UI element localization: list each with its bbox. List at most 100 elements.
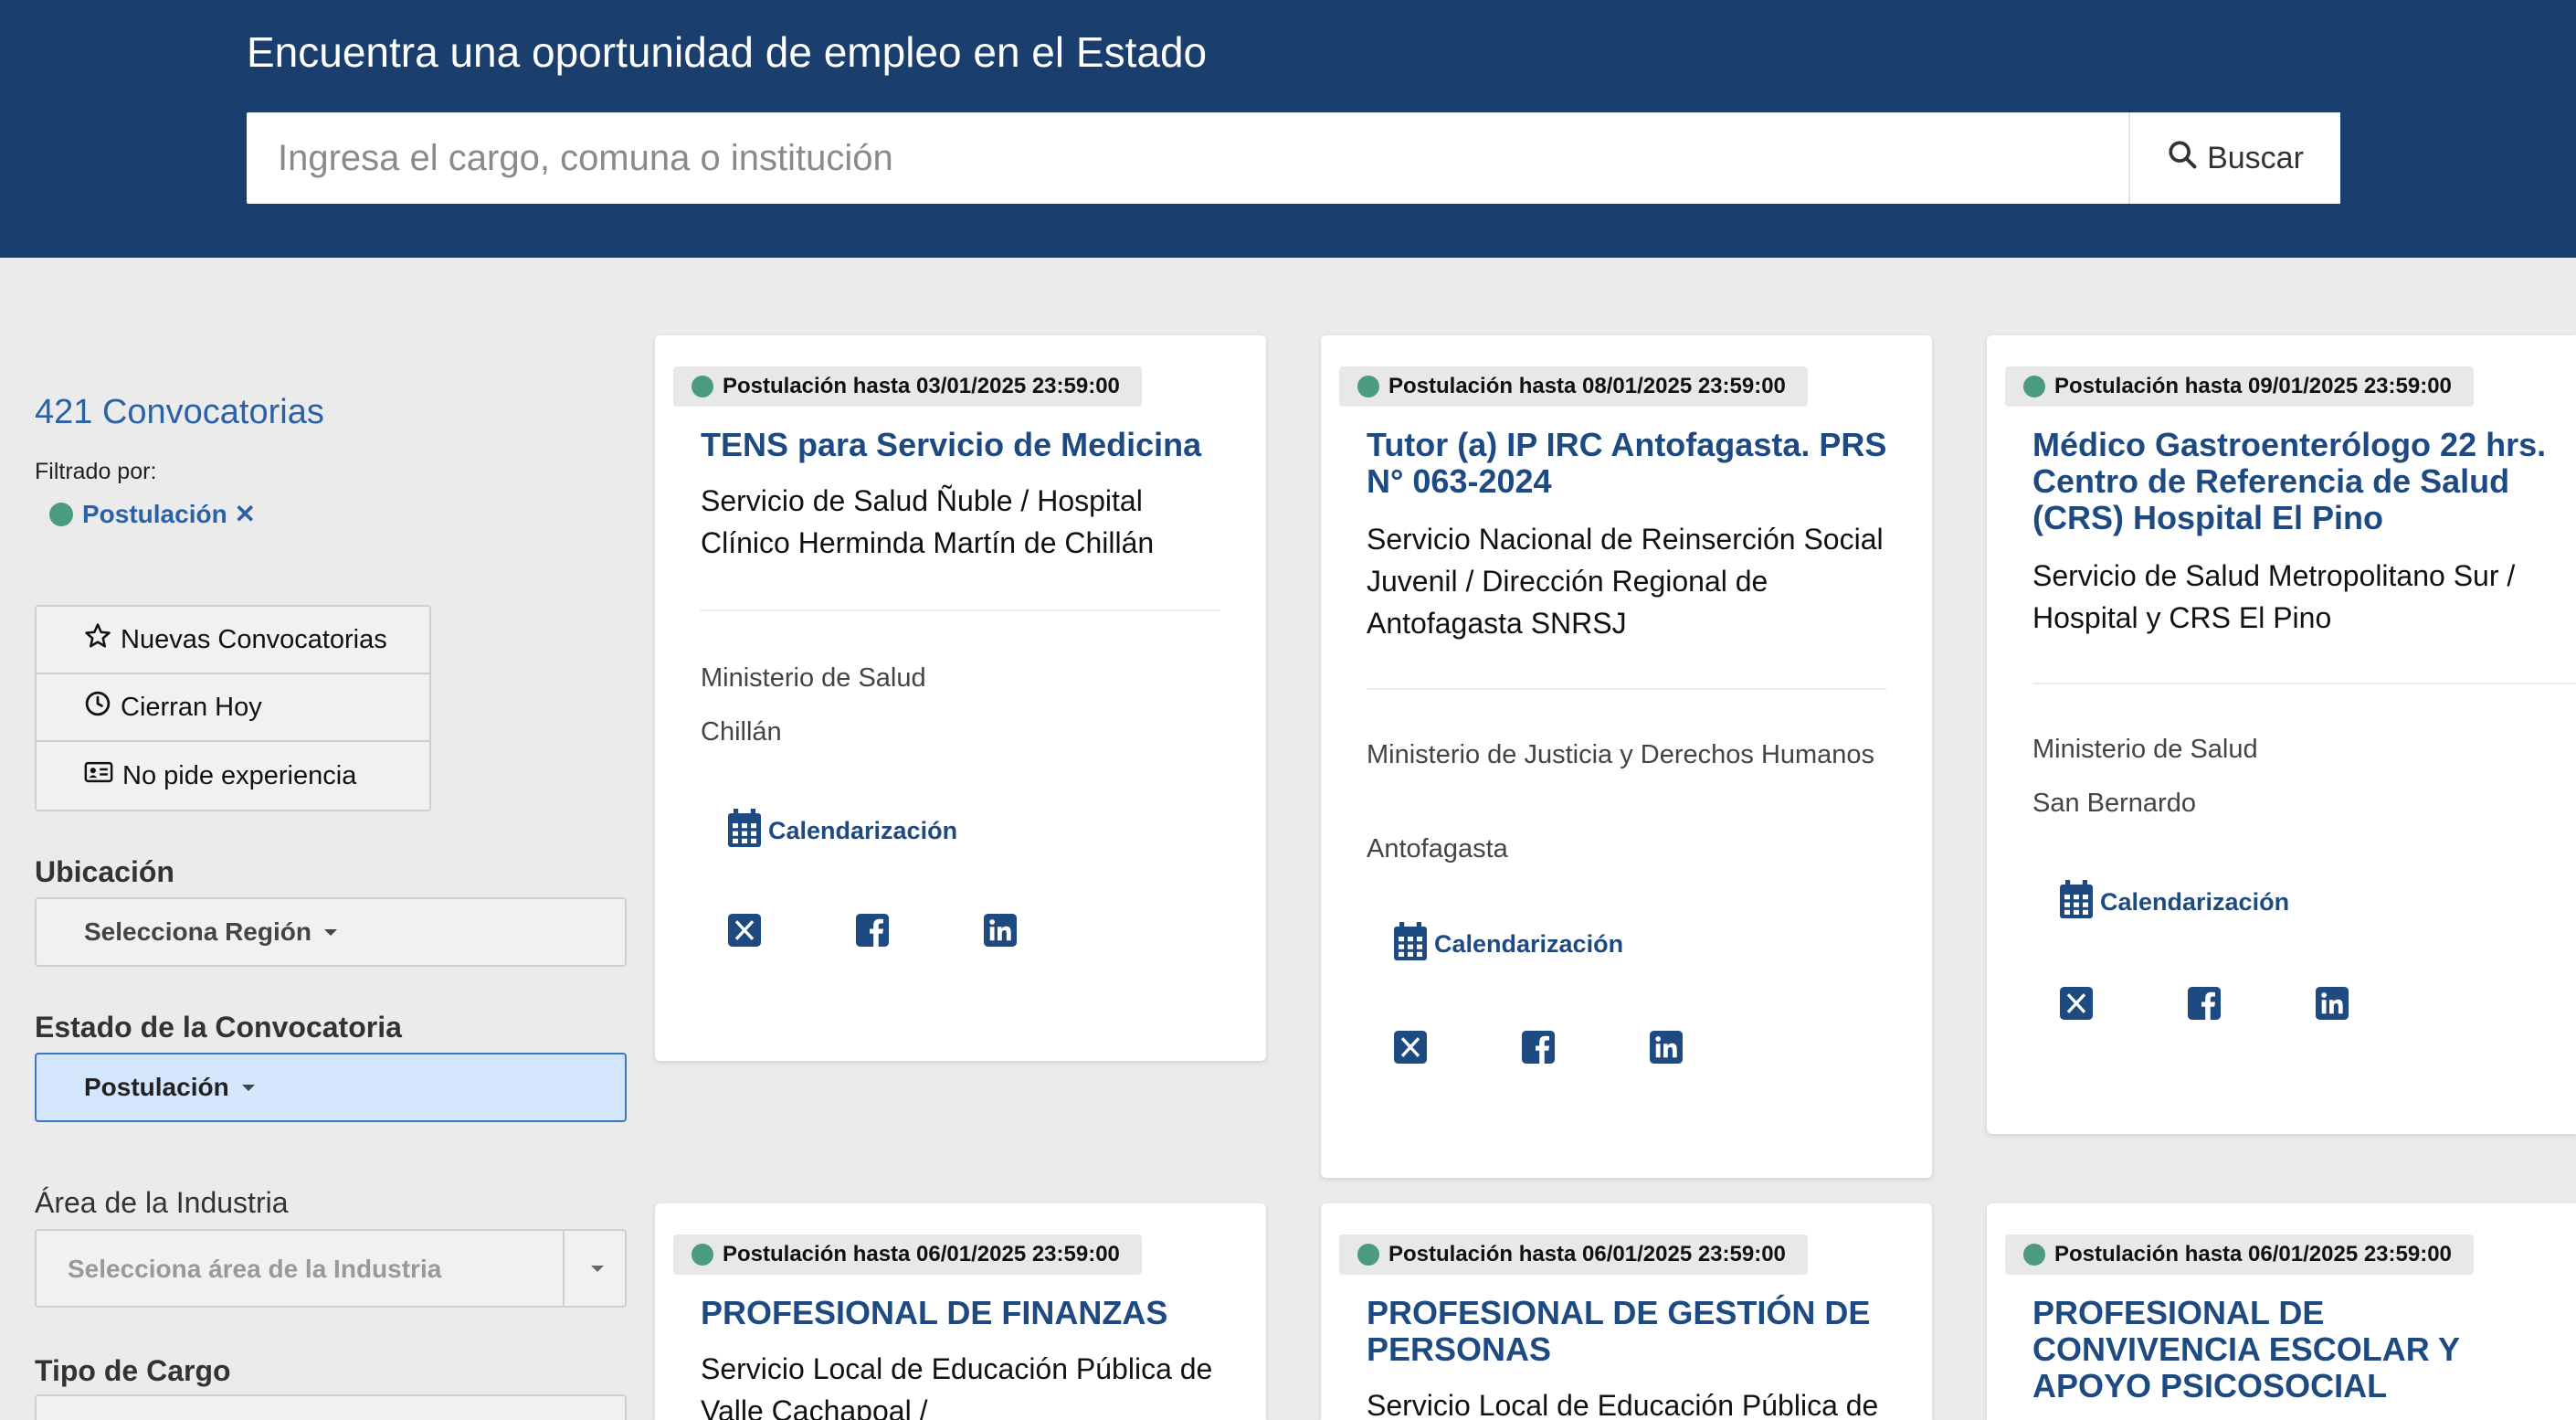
job-card[interactable]: Postulación hasta 06/01/2025 23:59:00 PR… bbox=[655, 1203, 1266, 1420]
industry-label: Área de la Industria bbox=[35, 1186, 289, 1219]
quick-filter-label: Nuevas Convocatorias bbox=[121, 624, 387, 654]
job-institution: Servicio Local de Educación Pública de V… bbox=[701, 1352, 1213, 1420]
job-title-link[interactable]: TENS para Servicio de Medicina bbox=[701, 427, 1239, 463]
search-icon bbox=[2167, 139, 2198, 178]
deadline-badge: Postulación hasta 03/01/2025 23:59:00 bbox=[673, 366, 1142, 407]
search-button[interactable]: Buscar bbox=[2128, 112, 2340, 204]
status-dot bbox=[1357, 376, 1379, 397]
deadline-text: Postulación hasta 03/01/2025 23:59:00 bbox=[723, 374, 1120, 398]
search-input[interactable] bbox=[247, 112, 2128, 204]
cargo-type-label: Tipo de Cargo bbox=[35, 1354, 231, 1387]
active-filter-chip[interactable]: Postulación ✕ bbox=[49, 499, 256, 529]
share-buttons bbox=[728, 914, 1017, 947]
divider bbox=[701, 609, 1220, 611]
active-filter-label: Postulación ✕ bbox=[82, 500, 256, 528]
status-dot bbox=[1357, 1244, 1379, 1266]
calendar-link[interactable]: Calendarización bbox=[2060, 880, 2289, 925]
status-dot bbox=[49, 502, 73, 526]
job-title-link[interactable]: PROFESIONAL DE GESTIÓN DE PERSONAS bbox=[1367, 1295, 1905, 1368]
job-city: Antofagasta bbox=[1367, 834, 1508, 864]
calendar-label: Calendarización bbox=[768, 817, 958, 844]
deadline-text: Postulación hasta 06/01/2025 23:59:00 bbox=[2054, 1242, 2452, 1266]
chevron-down-icon bbox=[323, 928, 337, 936]
clock-icon bbox=[84, 690, 111, 725]
deadline-text: Postulación hasta 08/01/2025 23:59:00 bbox=[1388, 374, 1786, 398]
job-title-link[interactable]: PROFESIONAL DE FINANZAS bbox=[701, 1295, 1239, 1331]
calendar-label: Calendarización bbox=[1434, 930, 1624, 958]
quick-filter-label: Cierran Hoy bbox=[121, 692, 262, 722]
industry-select[interactable]: Selecciona área de la Industria bbox=[35, 1229, 627, 1308]
deadline-badge: Postulación hasta 06/01/2025 23:59:00 bbox=[2005, 1235, 2474, 1275]
job-card[interactable]: Postulación hasta 09/01/2025 23:59:00 Mé… bbox=[1987, 335, 2576, 1134]
status-dot bbox=[2023, 376, 2045, 397]
job-title-link[interactable]: Médico Gastroenterólogo 22 hrs. Centro d… bbox=[2032, 427, 2567, 536]
calendar-icon bbox=[1394, 922, 1427, 967]
job-ministry: Ministerio de Justicia y Derechos Humano… bbox=[1367, 740, 1875, 769]
share-buttons bbox=[1394, 1031, 1683, 1064]
x-twitter-icon[interactable] bbox=[728, 914, 761, 947]
quick-filter-closing-today[interactable]: Cierran Hoy bbox=[37, 674, 429, 742]
star-icon bbox=[84, 622, 111, 657]
deadline-text: Postulación hasta 06/01/2025 23:59:00 bbox=[723, 1242, 1120, 1266]
job-card[interactable]: Postulación hasta 06/01/2025 23:59:00 PR… bbox=[1321, 1203, 1932, 1420]
job-institution: Servicio de Salud Metropolitano Sur / Ho… bbox=[2032, 559, 2516, 634]
id-card-icon bbox=[84, 758, 113, 793]
status-dot bbox=[692, 1244, 713, 1266]
chevron-down-icon bbox=[241, 1084, 255, 1091]
quick-filters: Nuevas Convocatorias Cierran Hoy No pide… bbox=[35, 605, 431, 811]
job-institution: Servicio Nacional de Reinserción Social … bbox=[1367, 523, 1884, 640]
industry-dropdown-toggle[interactable] bbox=[563, 1231, 625, 1306]
job-institution: Servicio Local de Educación Pública de bbox=[1367, 1389, 1879, 1420]
job-city: Chillán bbox=[701, 717, 782, 747]
job-card[interactable]: Postulación hasta 03/01/2025 23:59:00 TE… bbox=[655, 335, 1266, 1061]
status-select-value: Postulación bbox=[84, 1073, 229, 1101]
cargo-type-select[interactable] bbox=[35, 1394, 627, 1420]
job-institution: Servicio de Salud Ñuble / Hospital Clíni… bbox=[701, 484, 1155, 559]
calendar-icon bbox=[728, 809, 761, 853]
header-banner: Encuentra una oportunidad de empleo en e… bbox=[0, 0, 2576, 258]
job-ministry: Ministerio de Salud bbox=[2032, 735, 2258, 764]
facebook-icon[interactable] bbox=[856, 914, 889, 947]
job-city: San Bernardo bbox=[2032, 789, 2196, 818]
deadline-badge: Postulación hasta 06/01/2025 23:59:00 bbox=[673, 1235, 1142, 1275]
share-buttons bbox=[2060, 987, 2349, 1020]
linkedin-icon[interactable] bbox=[2316, 987, 2349, 1020]
facebook-icon[interactable] bbox=[1522, 1031, 1555, 1064]
calendar-icon bbox=[2060, 880, 2093, 925]
x-twitter-icon[interactable] bbox=[2060, 987, 2093, 1020]
job-ministry: Ministerio de Salud bbox=[701, 663, 926, 693]
calendar-link[interactable]: Calendarización bbox=[728, 809, 957, 853]
calendar-label: Calendarización bbox=[2100, 888, 2290, 916]
x-twitter-icon[interactable] bbox=[1394, 1031, 1427, 1064]
job-title-link[interactable]: PROFESIONAL DE CONVIVENCIA ESCOLAR Y APO… bbox=[2032, 1295, 2521, 1404]
location-label: Ubicación bbox=[35, 855, 174, 888]
quick-filter-label: No pide experiencia bbox=[122, 760, 357, 790]
region-select-value: Selecciona Región bbox=[84, 917, 311, 946]
job-card[interactable]: Postulación hasta 08/01/2025 23:59:00 Tu… bbox=[1321, 335, 1932, 1178]
linkedin-icon[interactable] bbox=[1650, 1031, 1683, 1064]
deadline-badge: Postulación hasta 09/01/2025 23:59:00 bbox=[2005, 366, 2474, 407]
job-title-link[interactable]: Tutor (a) IP IRC Antofagasta. PRS N° 063… bbox=[1367, 427, 1905, 500]
filtered-by-label: Filtrado por: bbox=[35, 459, 157, 484]
chevron-down-icon bbox=[591, 1265, 604, 1272]
divider bbox=[1367, 688, 1886, 690]
quick-filter-no-experience[interactable]: No pide experiencia bbox=[37, 742, 429, 810]
page-title: Encuentra una oportunidad de empleo en e… bbox=[247, 28, 1208, 76]
search-bar: Buscar bbox=[247, 112, 2340, 204]
search-button-label: Buscar bbox=[2207, 140, 2304, 175]
deadline-text: Postulación hasta 09/01/2025 23:59:00 bbox=[2054, 374, 2452, 398]
job-card[interactable]: Postulación hasta 06/01/2025 23:59:00 PR… bbox=[1987, 1203, 2576, 1420]
status-dot bbox=[692, 376, 713, 397]
region-select[interactable]: Selecciona Región bbox=[35, 897, 627, 967]
deadline-text: Postulación hasta 06/01/2025 23:59:00 bbox=[1388, 1242, 1786, 1266]
facebook-icon[interactable] bbox=[2188, 987, 2221, 1020]
quick-filter-new[interactable]: Nuevas Convocatorias bbox=[37, 607, 429, 674]
deadline-badge: Postulación hasta 06/01/2025 23:59:00 bbox=[1339, 1235, 1808, 1275]
deadline-badge: Postulación hasta 08/01/2025 23:59:00 bbox=[1339, 366, 1808, 407]
linkedin-icon[interactable] bbox=[984, 914, 1017, 947]
status-label: Estado de la Convocatoria bbox=[35, 1011, 402, 1044]
divider bbox=[2032, 683, 2576, 684]
status-dot bbox=[2023, 1244, 2045, 1266]
status-select[interactable]: Postulación bbox=[35, 1053, 627, 1122]
calendar-link[interactable]: Calendarización bbox=[1394, 922, 1623, 967]
